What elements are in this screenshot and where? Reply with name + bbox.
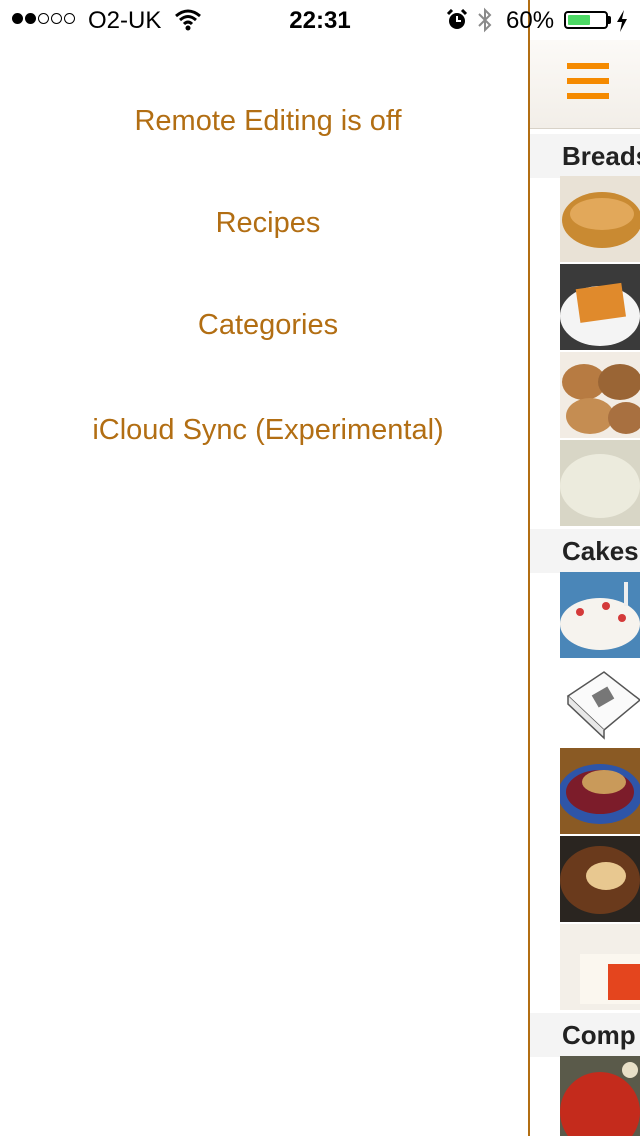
recipe-thumbnail-bread-rolls[interactable] [560, 352, 640, 438]
navigation-bar [530, 40, 640, 129]
menu-item-recipes[interactable]: Recipes [0, 207, 536, 240]
recipe-thumbnail-decorated-cake[interactable] [560, 572, 640, 658]
battery-nub [608, 16, 611, 24]
charging-icon [615, 9, 629, 40]
status-bar: O2-UK 22:31 60% [0, 0, 640, 40]
battery-percentage: 60% [506, 7, 555, 34]
recipe-thumbnail-recipe-book[interactable] [560, 660, 640, 746]
recipe-thumbnail-sponge-cake[interactable] [560, 924, 640, 1010]
menu-item-icloud-sync[interactable]: iCloud Sync (Experimental) [0, 414, 536, 447]
menu-item-categories[interactable]: Categories [0, 309, 536, 342]
recipe-thumbnail-baked-tart[interactable] [560, 836, 640, 922]
recipe-thumbnail-pastry-slice[interactable] [560, 264, 640, 350]
bluetooth-icon [476, 7, 494, 40]
recipe-thumbnail-bread-loaf[interactable] [560, 176, 640, 262]
menu-item-remote-editing[interactable]: Remote Editing is off [0, 105, 536, 138]
recipe-list-panel[interactable]: Breads Cakes Comp [528, 0, 640, 1136]
section-header-comp: Comp [530, 1013, 640, 1057]
recipe-thumbnail-tomato-sauce[interactable] [560, 1056, 640, 1136]
battery-icon [564, 11, 608, 29]
recipe-thumbnail-berry-crumble[interactable] [560, 748, 640, 834]
battery-level-fill [568, 15, 590, 25]
alarm-icon [446, 8, 468, 38]
side-menu: Remote Editing is off Recipes Categories… [0, 0, 528, 1136]
recipe-thumbnail-dough[interactable] [560, 440, 640, 526]
hamburger-menu-icon[interactable] [567, 63, 609, 99]
section-header-cakes: Cakes [530, 529, 640, 573]
section-header-breads: Breads [530, 134, 640, 178]
